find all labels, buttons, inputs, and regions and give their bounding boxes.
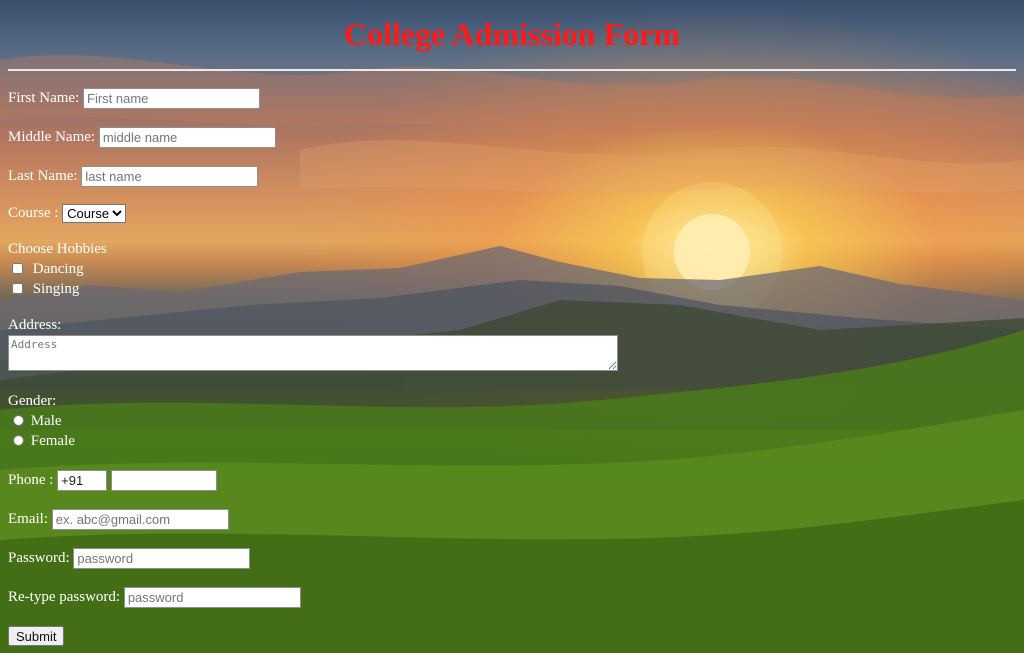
password-row: Password: — [8, 548, 251, 569]
phone-number-input[interactable] — [110, 470, 217, 491]
gender-heading-row: Gender: — [8, 393, 56, 410]
address-label: Address: — [8, 317, 62, 333]
first-name-label: First Name: — [8, 89, 80, 106]
course-select[interactable]: Course — [62, 204, 127, 223]
password-label: Password: — [8, 549, 70, 566]
gender-male-radio[interactable] — [13, 415, 24, 426]
email-input[interactable] — [51, 509, 229, 530]
hobbies-label: Choose Hobbies — [8, 241, 107, 257]
hobbies-heading-row: Choose Hobbies — [8, 241, 107, 258]
gender-female-row: Female — [8, 433, 75, 450]
gender-male-row: Male — [8, 413, 62, 430]
last-name-row: Last Name: — [8, 166, 259, 187]
hobby-dancing-checkbox[interactable] — [12, 263, 23, 274]
title-divider — [8, 69, 1016, 71]
first-name-input[interactable] — [83, 88, 260, 109]
address-textarea[interactable] — [8, 335, 618, 371]
gender-female-radio[interactable] — [13, 435, 24, 446]
hobby-singing-label: Singing — [32, 281, 80, 297]
course-row: Course : Course — [8, 204, 127, 223]
hobby-dancing-label: Dancing — [32, 261, 84, 277]
phone-country-code-input[interactable] — [57, 470, 108, 491]
retype-password-row: Re-type password: — [8, 587, 301, 608]
gender-label: Gender: — [8, 393, 57, 409]
hobby-dancing-row: Dancing — [8, 261, 84, 278]
email-row: Email: — [8, 509, 229, 530]
phone-row: Phone : — [8, 470, 217, 491]
submit-button[interactable]: Submit — [8, 626, 65, 646]
retype-password-input[interactable] — [123, 587, 301, 608]
first-name-row: First Name: — [8, 88, 260, 109]
middle-name-label: Middle Name: — [8, 128, 96, 145]
middle-name-input[interactable] — [98, 127, 276, 148]
retype-password-label: Re-type password: — [8, 588, 121, 605]
address-label-row: Address: — [8, 317, 61, 334]
gender-male-label: Male — [30, 413, 62, 429]
hobby-singing-row: Singing — [8, 281, 79, 298]
page-title: College Admission Form — [344, 16, 680, 52]
password-input[interactable] — [73, 548, 251, 569]
last-name-label: Last Name: — [8, 167, 78, 184]
middle-name-row: Middle Name: — [8, 127, 276, 148]
course-label: Course : — [8, 204, 59, 221]
hobby-singing-checkbox[interactable] — [12, 283, 23, 294]
email-label: Email: — [8, 510, 48, 527]
gender-female-label: Female — [30, 433, 75, 449]
last-name-input[interactable] — [81, 166, 259, 187]
phone-label: Phone : — [8, 471, 54, 488]
admission-form: College Admission Form First Name: Middl… — [0, 0, 1024, 653]
